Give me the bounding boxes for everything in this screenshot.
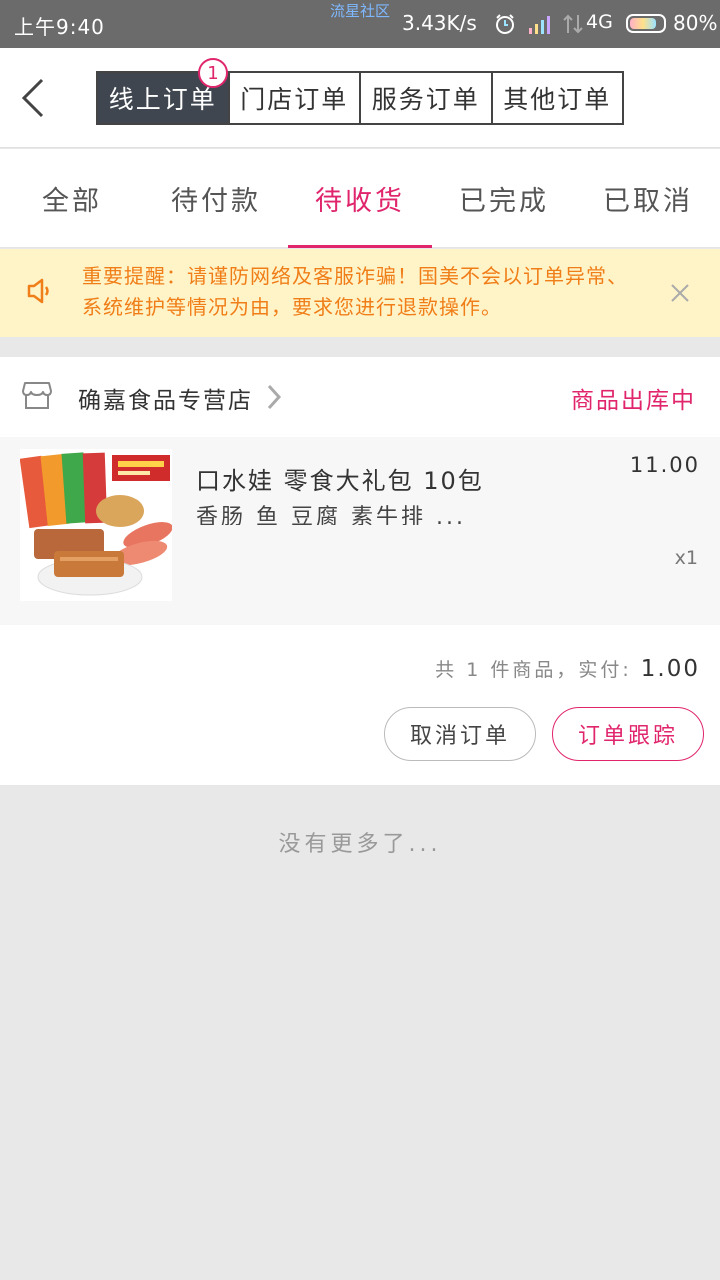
status-center-label: 流星社区 [330,2,391,20]
segment-service-orders[interactable]: 服务订单 [361,73,493,123]
tab-completed[interactable]: 已完成 [432,149,576,248]
order-total: 共 1 件商品，实付: 1.00 [435,655,700,682]
no-more-text: 没有更多了... [278,832,442,857]
close-icon[interactable] [668,281,692,305]
product-price: 11.00 [629,453,700,477]
store-name[interactable]: 确嘉食品专营店 [78,381,253,415]
battery-percent: 80% [673,11,718,35]
order-count-badge: 1 [198,58,228,88]
chevron-left-icon[interactable] [14,74,54,122]
status-net-speed: 3.43K/s [402,11,477,35]
order-status-tabs: 全部 待付款 待收货 已完成 已取消 [0,149,720,248]
total-count: 1 [466,659,482,681]
tab-cancelled[interactable]: 已取消 [576,149,720,248]
data-arrows-icon [563,14,583,34]
product-quantity: x1 [674,547,698,569]
tab-pending-payment[interactable]: 待付款 [144,149,288,248]
product-item[interactable]: 口水娃 零食大礼包 10包 香肠 鱼 豆腐 素牛排 ... 11.00 x1 [0,437,720,625]
product-title: 口水娃 零食大礼包 10包 [196,467,484,495]
product-image [20,449,172,601]
store-row[interactable]: 确嘉食品专营店 商品出库中 [0,357,720,437]
battery-level-fill [630,18,656,29]
battery-icon [626,14,666,33]
notice-text: 重要提醒：请谨防网络及客服诈骗！国美不会以订单异常、系统维护等情况为由，要求您进… [82,264,628,319]
product-thumbnail[interactable] [20,449,172,601]
chevron-right-icon [267,384,282,410]
total-amount: 1.00 [640,656,700,682]
segment-store-orders[interactable]: 门店订单 [230,73,361,123]
order-summary: 共 1 件商品，实付: 1.00 取消订单 订单跟踪 [0,625,720,785]
cancel-order-button[interactable]: 取消订单 [384,707,536,761]
product-subtitle: 香肠 鱼 豆腐 素牛排 ... [196,505,466,525]
status-network: 4G [586,11,613,33]
speaker-icon [27,278,49,304]
status-bar: 上午9:40 流星社区 3.43K/s 4G 80% [0,0,720,48]
tab-all[interactable]: 全部 [0,149,144,248]
app-header: 线上订单 门店订单 服务订单 其他订单 1 [0,48,720,148]
store-icon [22,382,52,409]
status-time: 上午9:40 [14,15,105,39]
total-prefix: 共 [435,659,458,681]
fraud-warning-notice: 重要提醒：请谨防网络及客服诈骗！国美不会以订单异常、系统维护等情况为由，要求您进… [0,249,720,337]
track-order-button[interactable]: 订单跟踪 [552,707,704,761]
alarm-icon [496,14,514,34]
signal-icon [529,16,550,34]
segment-other-orders[interactable]: 其他订单 [493,73,623,123]
total-middle: 件商品，实付: [490,659,632,681]
order-type-segmented-control: 线上订单 门店订单 服务订单 其他订单 [96,71,624,125]
order-status: 商品出库中 [571,388,696,414]
tab-pending-receipt[interactable]: 待收货 [288,149,432,248]
